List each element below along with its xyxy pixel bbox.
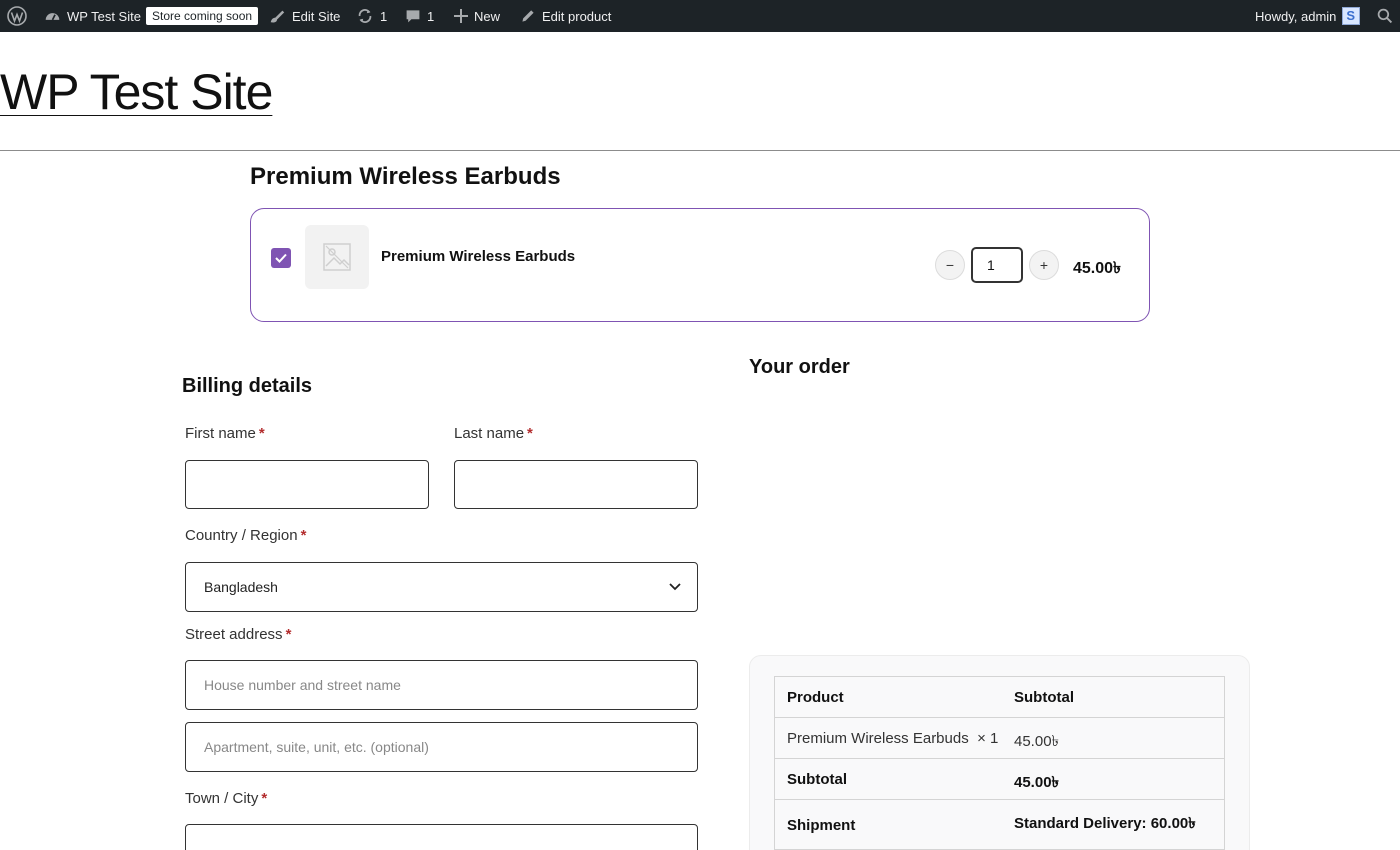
admin-bar: WP Test Site Store coming soon Edit Site… [0, 0, 1400, 32]
edit-site-link[interactable]: Edit Site [268, 0, 340, 32]
column-product: Product [787, 689, 844, 706]
pencil-icon [522, 10, 534, 22]
my-account-menu[interactable]: Howdy, admin [1255, 0, 1361, 32]
city-label: Town / City * [185, 790, 268, 807]
site-name-menu[interactable]: WP Test Site [44, 0, 141, 32]
edit-site-label: Edit Site [292, 8, 341, 24]
comments-link[interactable]: 1 [405, 0, 434, 32]
product-name: Premium Wireless Earbuds [381, 248, 576, 265]
wordpress-logo-icon[interactable] [7, 0, 27, 32]
shipment-value[interactable]: Standard Delivery: 60.00৳ [1014, 812, 1196, 837]
line-item-name: Premium Wireless Earbuds × 1 [787, 730, 999, 747]
country-select[interactable]: Bangladesh [185, 562, 698, 612]
table-row: Premium Wireless Earbuds × 1 45.00৳ [775, 718, 1224, 759]
updates-link[interactable]: 1 [356, 0, 387, 32]
country-label: Country / Region * [185, 527, 307, 544]
avatar [1342, 7, 1361, 25]
howdy-label: Howdy, admin [1255, 8, 1337, 24]
quantity-increase-button[interactable]: + [1029, 250, 1059, 280]
last-name-field[interactable] [454, 460, 698, 509]
city-field[interactable] [185, 824, 698, 850]
chevron-down-icon [669, 583, 681, 591]
product-checkbox[interactable] [271, 248, 291, 268]
comments-count: 1 [427, 8, 435, 24]
quantity-input[interactable]: 1 [971, 247, 1023, 283]
edit-product-link[interactable]: Edit product [520, 0, 611, 32]
first-name-label: First name * [185, 425, 265, 442]
search-icon[interactable] [1377, 0, 1393, 32]
last-name-label: Last name * [454, 425, 533, 442]
shipment-label: Shipment [787, 817, 856, 834]
comment-icon [406, 10, 420, 23]
apartment-field[interactable]: Apartment, suite, unit, etc. (optional) [185, 722, 698, 772]
plus-icon [454, 9, 468, 23]
new-label: New [474, 8, 501, 24]
new-content-link[interactable]: New [454, 0, 500, 32]
country-value: Bangladesh [204, 579, 278, 595]
billing-heading: Billing details [182, 375, 313, 397]
product-thumbnail [305, 225, 369, 289]
order-heading: Your order [749, 356, 850, 378]
updates-count: 1 [380, 8, 388, 24]
product-card: Premium Wireless Earbuds − 1 + 45.00৳ [250, 208, 1150, 322]
image-placeholder-icon [323, 243, 351, 271]
updates-icon [358, 9, 372, 23]
product-price: 45.00৳ [1073, 260, 1122, 277]
checkmark-icon [275, 253, 287, 263]
site-name-label: WP Test Site [67, 8, 141, 24]
product-heading: Premium Wireless Earbuds [250, 163, 561, 190]
dashboard-icon [45, 12, 60, 20]
quantity-decrease-button[interactable]: − [935, 250, 965, 280]
line-item-total: 45.00৳ [1014, 733, 1060, 750]
order-table: Product Subtotal Premium Wireless Earbud… [774, 676, 1225, 850]
edit-product-label: Edit product [542, 8, 612, 24]
subtotal-row: Subtotal 45.00৳ [775, 759, 1224, 800]
street-address-label: Street address * [185, 626, 292, 643]
order-table-header: Product Subtotal [775, 677, 1224, 718]
shipment-row: Shipment Standard Delivery: 60.00৳ [775, 800, 1224, 850]
site-title-link[interactable]: WP Test Site [0, 62, 273, 122]
subtotal-label: Subtotal [787, 771, 847, 788]
store-coming-soon-badge[interactable]: Store coming soon [146, 0, 259, 32]
brush-icon [270, 10, 285, 23]
subtotal-value: 45.00৳ [1014, 774, 1060, 791]
header-divider [0, 150, 1400, 151]
first-name-field[interactable] [185, 460, 429, 509]
column-subtotal: Subtotal [1014, 689, 1074, 706]
street-address-field[interactable]: House number and street name [185, 660, 698, 710]
